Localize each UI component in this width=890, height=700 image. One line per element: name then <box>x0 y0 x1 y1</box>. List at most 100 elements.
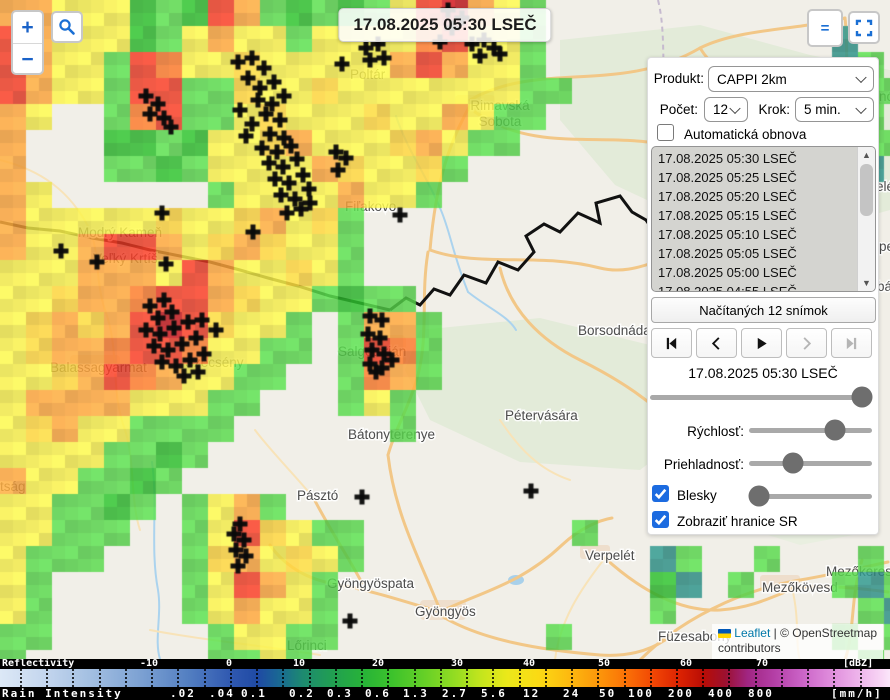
legend-tick-line <box>597 669 599 687</box>
reflectivity-scale-row: Reflectivity [dBZ] -10010203040506070 <box>0 659 890 669</box>
legend-tick-line <box>728 669 730 687</box>
scroll-down-icon[interactable]: ▼ <box>858 275 875 291</box>
map-timestamp-overlay: 17.08.2025 05:30 LSEČ <box>338 8 551 42</box>
legend-tick-line <box>72 669 74 687</box>
legend-tick-label: 50 <box>599 687 616 700</box>
rychlost-slider[interactable] <box>749 419 872 441</box>
legend-tick-label: 0.1 <box>241 687 267 700</box>
legend-tick-line <box>20 669 22 687</box>
timestamp-option[interactable]: 17.08.2025 04:55 LSEČ <box>652 282 875 292</box>
time-slider[interactable] <box>650 386 872 408</box>
legend-tick-line <box>702 669 704 687</box>
legend-tick-line <box>571 669 573 687</box>
timestamp-option[interactable]: 17.08.2025 05:00 LSEČ <box>652 263 875 282</box>
prev-frame-button[interactable] <box>696 328 737 358</box>
equals-icon: = <box>821 20 830 37</box>
scrollbar-thumb[interactable] <box>860 164 873 216</box>
rain-intensity-title: Rain Intensity <box>2 687 123 700</box>
checkmark-icon <box>653 512 668 527</box>
chevron-left-icon <box>709 336 724 351</box>
zoom-out-button[interactable]: − <box>13 44 42 75</box>
legend-tick-line <box>781 669 783 687</box>
time-slider-thumb[interactable] <box>852 387 873 408</box>
priehladnost-slider-thumb[interactable] <box>783 453 804 474</box>
chevron-right-icon <box>799 336 814 351</box>
legend-tick-line <box>204 669 206 687</box>
legend-tick-line <box>833 669 835 687</box>
rychlost-label: Rýchlosť: <box>648 424 744 439</box>
timestamp-option[interactable]: 17.08.2025 05:25 LSEČ <box>652 168 875 187</box>
fullscreen-icon <box>855 19 873 37</box>
timestamp-option[interactable]: 17.08.2025 05:15 LSEČ <box>652 206 875 225</box>
produkt-select[interactable]: CAPPI 2km <box>708 66 874 92</box>
auto-refresh-label: Automatická obnova <box>684 127 806 142</box>
timestamp-option[interactable]: 17.08.2025 05:30 LSEČ <box>652 149 875 168</box>
dbz-unit-label: [dBZ] <box>843 659 873 669</box>
timestamp-option[interactable]: 17.08.2025 05:05 LSEČ <box>652 244 875 263</box>
legend-tick-line <box>414 669 416 687</box>
ukraine-flag-icon <box>718 629 731 638</box>
legend-tick-label: .02 <box>170 687 196 700</box>
legend-tick-line <box>99 669 101 687</box>
auto-refresh-checkbox[interactable] <box>657 124 674 141</box>
legend-tick-label: 0 <box>226 659 232 669</box>
legend-tick-label: 10 <box>293 659 305 669</box>
legend-tick-line <box>466 669 468 687</box>
hranice-checkbox[interactable] <box>652 511 669 528</box>
legend-tick-label: 0.2 <box>289 687 315 700</box>
play-icon <box>754 336 769 351</box>
krok-label: Krok: <box>752 102 790 117</box>
produkt-label: Produkt: <box>648 71 704 86</box>
osm-credit-line2: contributors <box>718 641 781 655</box>
zoom-in-button[interactable]: + <box>13 12 42 44</box>
play-button[interactable] <box>741 328 782 358</box>
blesky-slider-thumb[interactable] <box>748 486 769 507</box>
leaflet-link[interactable]: Leaflet <box>734 626 770 640</box>
blesky-slider[interactable] <box>749 485 872 507</box>
search-icon <box>58 18 76 36</box>
timestamp-listbox[interactable]: 17.08.2025 05:30 LSEČ17.08.2025 05:25 LS… <box>651 146 876 292</box>
legend-tick-label: 200 <box>668 687 694 700</box>
produkt-value: CAPPI 2km <box>717 72 787 87</box>
legend-tick-line <box>177 669 179 687</box>
legend-tick-line <box>230 669 232 687</box>
timestamp-option[interactable]: 17.08.2025 05:10 LSEČ <box>652 225 875 244</box>
attribution: Leaflet | © OpenStreetmap contributors <box>712 624 883 659</box>
legend-tick-line <box>545 669 547 687</box>
time-slider-track[interactable] <box>650 395 872 400</box>
scroll-up-icon[interactable]: ▲ <box>858 147 875 163</box>
pocet-select[interactable]: 12 <box>704 97 748 122</box>
krok-select[interactable]: 5 min. <box>795 97 874 122</box>
skip-end-icon <box>844 336 859 351</box>
legend-tick-line <box>650 669 652 687</box>
legend-tick-line <box>755 669 757 687</box>
current-frame-time: 17.08.2025 05:30 LSEČ <box>648 365 878 381</box>
legend-tick-label: 12 <box>523 687 540 700</box>
timestamp-option[interactable]: 17.08.2025 05:20 LSEČ <box>652 187 875 206</box>
search-button[interactable] <box>51 11 83 43</box>
legend-tick-label: 2.7 <box>442 687 468 700</box>
listbox-scrollbar[interactable]: ▲ ▼ <box>857 147 875 291</box>
hranice-label: Zobraziť hranice SR <box>677 514 798 529</box>
legend-tick-label: 70 <box>756 659 768 669</box>
priehladnost-slider-track[interactable] <box>749 461 872 466</box>
fullscreen-button[interactable] <box>848 11 880 44</box>
next-frame-button[interactable] <box>786 328 827 358</box>
priehladnost-slider[interactable] <box>749 452 872 474</box>
legend-tick-label: 100 <box>628 687 654 700</box>
legend-tick-label: 30 <box>451 659 463 669</box>
settings-toggle-button[interactable]: = <box>807 9 843 47</box>
blesky-checkbox[interactable] <box>652 485 669 502</box>
legend-tick-label: 40 <box>523 659 535 669</box>
rychlost-slider-thumb[interactable] <box>825 420 846 441</box>
legend-tick-label: .04 <box>209 687 235 700</box>
rychlost-slider-track[interactable] <box>749 428 872 433</box>
zoom-control: + − <box>11 10 44 75</box>
checkmark-icon <box>653 486 668 501</box>
legend-tick-line <box>256 669 258 687</box>
legend-tick-line <box>519 669 521 687</box>
loaded-frames-button[interactable]: Načítaných 12 snímok <box>651 297 876 323</box>
legend-tick-label: 1.3 <box>403 687 429 700</box>
skip-end-button[interactable] <box>831 328 872 358</box>
skip-start-button[interactable] <box>651 328 692 358</box>
